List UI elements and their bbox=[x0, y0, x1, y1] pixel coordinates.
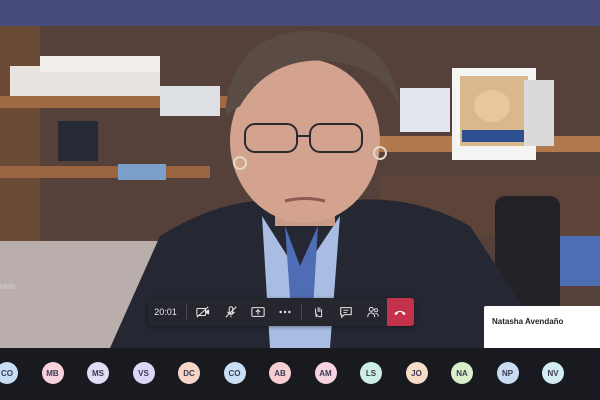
participant-avatar[interactable]: CO bbox=[223, 362, 246, 384]
main-video-feed: NNN 20:01 bbox=[0, 26, 600, 348]
camera-toggle-button[interactable] bbox=[190, 298, 217, 326]
participants-button[interactable] bbox=[360, 298, 387, 326]
self-view-name: Natasha Avendaño bbox=[492, 317, 564, 326]
call-controls-bar: 20:01 bbox=[148, 298, 414, 326]
participant-avatar[interactable]: MS bbox=[87, 362, 109, 384]
controls-divider bbox=[301, 304, 303, 320]
chat-icon bbox=[340, 307, 352, 319]
camera-icon bbox=[196, 306, 210, 318]
share-screen-icon bbox=[251, 307, 265, 317]
participant-avatar[interactable]: MB bbox=[41, 362, 64, 384]
participant-avatar[interactable]: JO bbox=[405, 362, 428, 384]
raise-hand-button[interactable] bbox=[305, 298, 332, 326]
participant-avatar[interactable]: AB bbox=[269, 362, 291, 384]
more-options-button[interactable] bbox=[271, 298, 298, 326]
participant-avatar[interactable]: NV bbox=[542, 362, 564, 384]
share-screen-button[interactable] bbox=[244, 298, 271, 326]
participant-name-tag: NNN bbox=[0, 284, 16, 291]
chat-button[interactable] bbox=[333, 298, 360, 326]
participant-avatar[interactable]: NP bbox=[496, 362, 519, 384]
window-top-bar bbox=[0, 0, 600, 26]
call-timer: 20:01 bbox=[154, 307, 177, 317]
participant-roster: CO MB MS VS DC CO AB AM LS JO NA NP NV bbox=[0, 348, 600, 400]
controls-divider bbox=[185, 304, 187, 320]
participant-avatar[interactable]: NA bbox=[451, 362, 473, 384]
more-options-icon bbox=[279, 310, 291, 314]
mute-button[interactable] bbox=[217, 298, 244, 326]
participant-avatar[interactable]: DC bbox=[178, 362, 200, 384]
hang-up-icon bbox=[394, 310, 407, 316]
participant-avatar[interactable]: VS bbox=[132, 362, 155, 384]
microphone-icon bbox=[224, 306, 237, 318]
participant-avatar[interactable]: CO bbox=[0, 362, 18, 384]
participants-icon bbox=[367, 306, 379, 318]
hang-up-button[interactable] bbox=[386, 298, 414, 326]
participant-avatar[interactable]: LS bbox=[360, 362, 382, 384]
participant-avatar[interactable]: AM bbox=[314, 362, 337, 384]
raise-hand-icon bbox=[314, 307, 323, 318]
